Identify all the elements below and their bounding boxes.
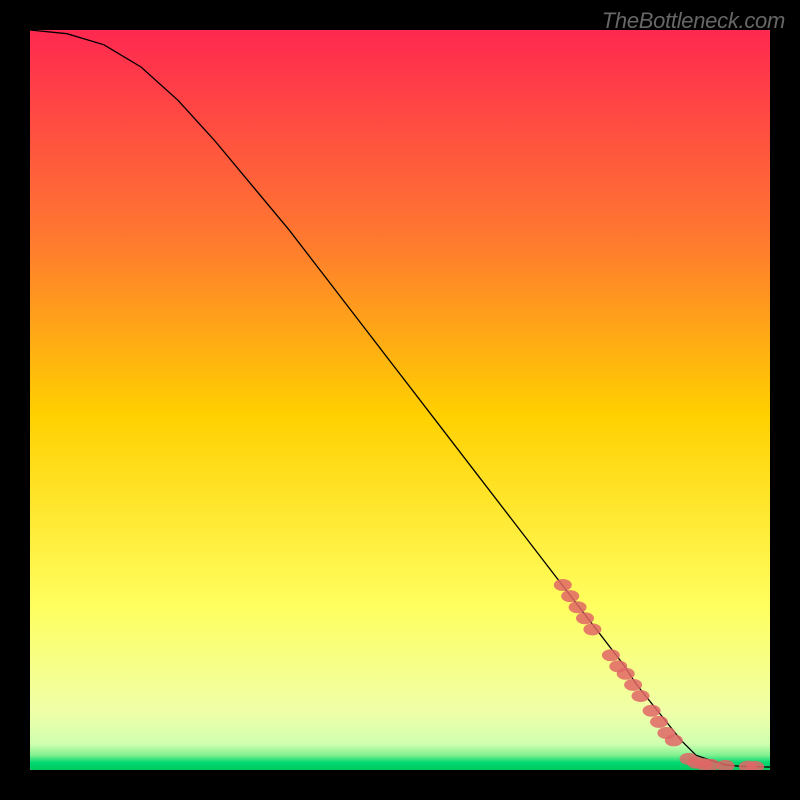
data-marker	[632, 690, 650, 702]
data-marker	[583, 623, 601, 635]
data-marker	[554, 579, 572, 591]
data-marker	[569, 601, 587, 613]
markers-group	[554, 579, 764, 770]
main-curve	[30, 30, 770, 767]
data-marker	[602, 649, 620, 661]
data-marker	[617, 668, 635, 680]
data-marker	[624, 679, 642, 691]
data-marker	[717, 760, 735, 770]
watermark-text: TheBottleneck.com	[602, 8, 785, 34]
plot-area	[30, 30, 770, 770]
curve-layer	[30, 30, 770, 770]
chart-container: TheBottleneck.com	[0, 0, 800, 800]
data-marker	[643, 705, 661, 717]
data-marker	[576, 612, 594, 624]
data-marker	[561, 590, 579, 602]
data-marker	[650, 716, 668, 728]
data-marker	[665, 734, 683, 746]
